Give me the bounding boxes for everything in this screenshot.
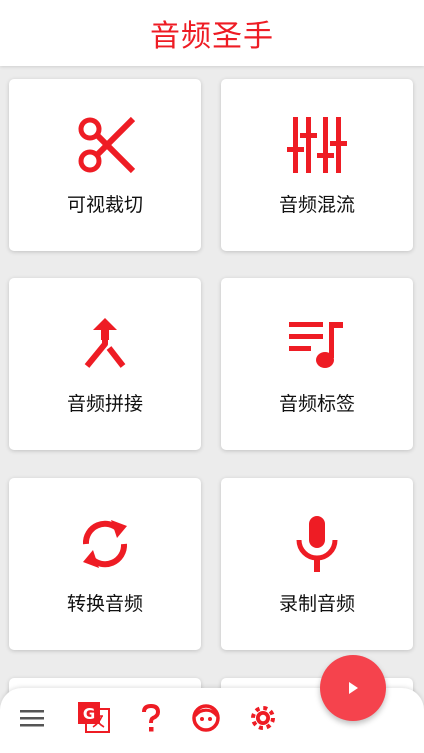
play-icon	[349, 682, 358, 694]
microphone-icon	[296, 516, 338, 572]
playlist-music-icon	[289, 322, 343, 368]
settings-button[interactable]	[245, 700, 281, 736]
tile-visual-cut[interactable]: 可视裁切	[9, 79, 201, 251]
translate-icon: G	[78, 702, 110, 733]
menu-button[interactable]	[14, 700, 50, 736]
translate-button[interactable]: G	[76, 700, 112, 736]
tile-label: 音频标签	[278, 393, 355, 415]
scissors-icon	[78, 116, 135, 174]
menu-icon	[20, 710, 44, 727]
sync-arrows-icon	[82, 520, 128, 568]
face-icon	[192, 704, 220, 732]
equalizer-sliders-icon	[287, 117, 347, 173]
tile-label: 音频混流	[278, 194, 355, 216]
merge-arrow-icon	[84, 318, 126, 368]
help-icon	[142, 703, 161, 732]
tile-audio-tag[interactable]: 音频标签	[221, 278, 413, 450]
app-header: 音频圣手	[0, 0, 424, 66]
play-fab-button[interactable]	[320, 655, 386, 721]
tile-record-audio[interactable]: 录制音频	[221, 478, 413, 650]
tile-label: 录制音频	[278, 593, 355, 615]
svg-text:G: G	[83, 705, 95, 723]
tile-label: 音频拼接	[66, 393, 143, 415]
app-title: 音频圣手	[150, 19, 274, 54]
tile-label: 可视裁切	[66, 194, 143, 216]
tile-convert-audio[interactable]: 转换音频	[9, 478, 201, 650]
tile-label: 转换音频	[66, 593, 143, 615]
face-button[interactable]	[188, 700, 224, 736]
tile-audio-join[interactable]: 音频拼接	[9, 278, 201, 450]
tile-audio-mix[interactable]: 音频混流	[221, 79, 413, 251]
settings-icon	[251, 706, 275, 730]
help-button[interactable]	[133, 700, 169, 736]
